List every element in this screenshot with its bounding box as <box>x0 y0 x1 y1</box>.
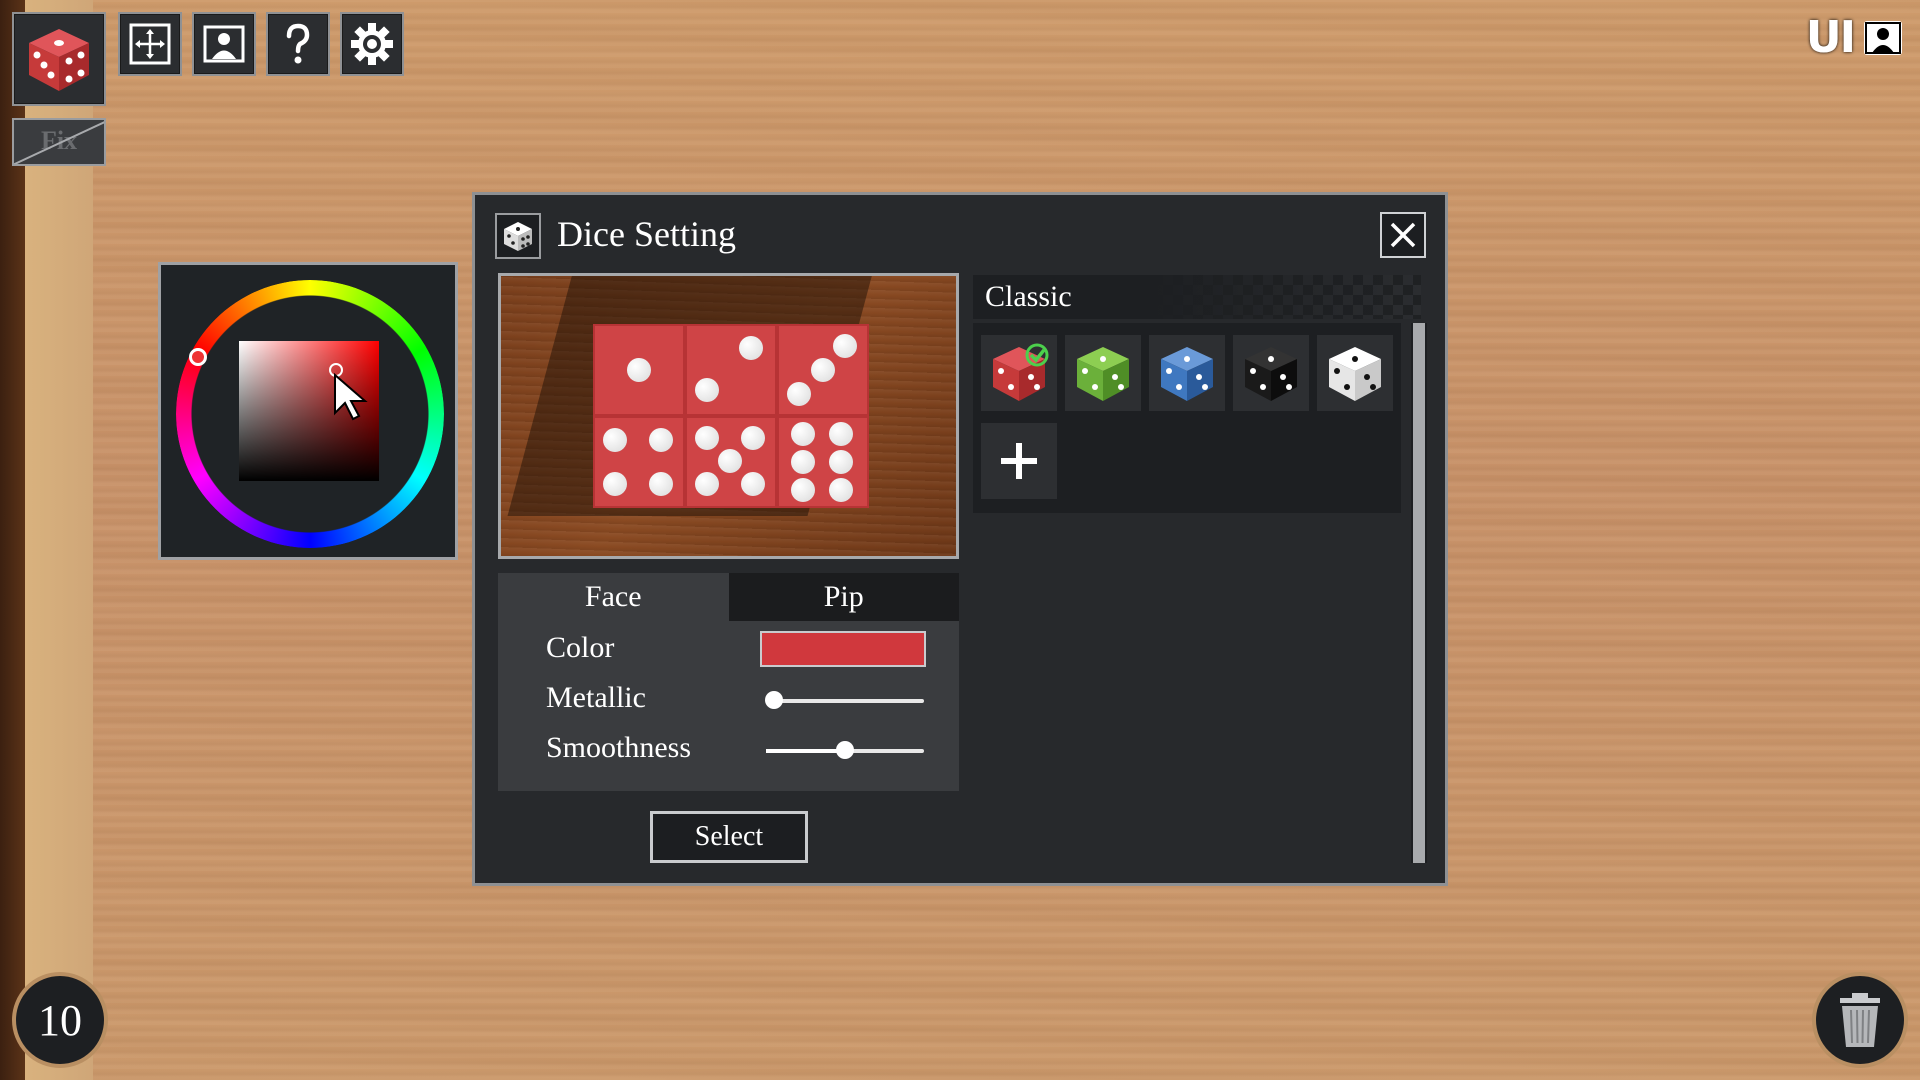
dice-set-black[interactable] <box>1233 335 1309 411</box>
dice-set-scrollbar[interactable] <box>1411 323 1427 863</box>
gear-icon <box>351 23 393 65</box>
scrollbar-thumb[interactable] <box>1413 323 1425 863</box>
trash-button[interactable] <box>1812 972 1908 1068</box>
dice-faces-grid <box>593 324 869 508</box>
dice-face-6 <box>777 416 869 508</box>
face-pip-tabs: Face Pip <box>498 573 959 621</box>
smoothness-slider-knob[interactable] <box>836 741 854 759</box>
select-button[interactable]: Select <box>650 811 808 863</box>
smoothness-slider-fill <box>766 749 845 753</box>
green-dice-icon <box>1077 347 1129 401</box>
face-properties: Color Metallic Smoothness <box>498 621 959 791</box>
metallic-slider-knob[interactable] <box>764 691 783 709</box>
dice-face-2 <box>685 324 777 416</box>
dice-set-green[interactable] <box>1065 335 1141 411</box>
ui-toggle-button[interactable]: UI <box>1806 12 1856 63</box>
dice-face-1 <box>593 324 685 416</box>
dice-face-4 <box>593 416 685 508</box>
dice-count[interactable]: 10 <box>12 972 108 1068</box>
top-right-controls: UI <box>1806 12 1902 63</box>
red-dice-icon <box>993 343 1049 401</box>
person-icon <box>203 25 245 63</box>
question-icon <box>286 23 310 64</box>
mouse-cursor-icon <box>334 373 368 421</box>
dice-set-blue[interactable] <box>1149 335 1225 411</box>
settings-button[interactable] <box>340 12 404 76</box>
color-swatch[interactable] <box>760 631 926 667</box>
dice-preview <box>498 273 959 559</box>
help-button[interactable] <box>266 12 330 76</box>
red-dice-icon <box>29 29 89 91</box>
metallic-label: Metallic <box>546 681 646 714</box>
dice-face-3 <box>777 324 869 416</box>
dice-set-red[interactable] <box>981 335 1057 411</box>
dice-setting-icon <box>495 213 541 259</box>
smoothness-slider[interactable] <box>766 741 924 759</box>
player-icon[interactable] <box>1864 20 1902 55</box>
profile-button[interactable] <box>192 12 256 76</box>
dice-set-list <box>973 323 1401 513</box>
white-dice-icon <box>1329 347 1381 401</box>
trash-icon <box>1840 993 1880 1047</box>
move-icon <box>129 23 171 65</box>
add-dice-set-button[interactable] <box>981 423 1057 499</box>
tab-face[interactable]: Face <box>498 573 729 621</box>
color-label: Color <box>546 631 615 664</box>
close-icon <box>1390 222 1416 248</box>
close-button[interactable] <box>1380 212 1426 258</box>
color-picker-panel <box>158 262 458 560</box>
black-dice-icon <box>1245 347 1297 401</box>
dialog-title: Dice Setting <box>557 214 736 254</box>
dice-set-header: Classic <box>973 275 1421 319</box>
dice-menu-button[interactable] <box>12 12 106 106</box>
metallic-slider[interactable] <box>764 691 924 709</box>
dice-face-5 <box>685 416 777 508</box>
dice-setting-dialog: Dice Setting Face Pip Color Metallic Smo… <box>472 192 1448 886</box>
dice-set-white[interactable] <box>1317 335 1393 411</box>
fix-toggle-button[interactable]: Fix <box>12 118 106 166</box>
move-tool-button[interactable] <box>118 12 182 76</box>
blue-dice-icon <box>1161 347 1213 401</box>
hue-marker[interactable] <box>189 348 207 366</box>
smoothness-label: Smoothness <box>546 731 692 764</box>
tab-pip[interactable]: Pip <box>729 573 960 621</box>
plus-icon <box>1001 443 1037 479</box>
